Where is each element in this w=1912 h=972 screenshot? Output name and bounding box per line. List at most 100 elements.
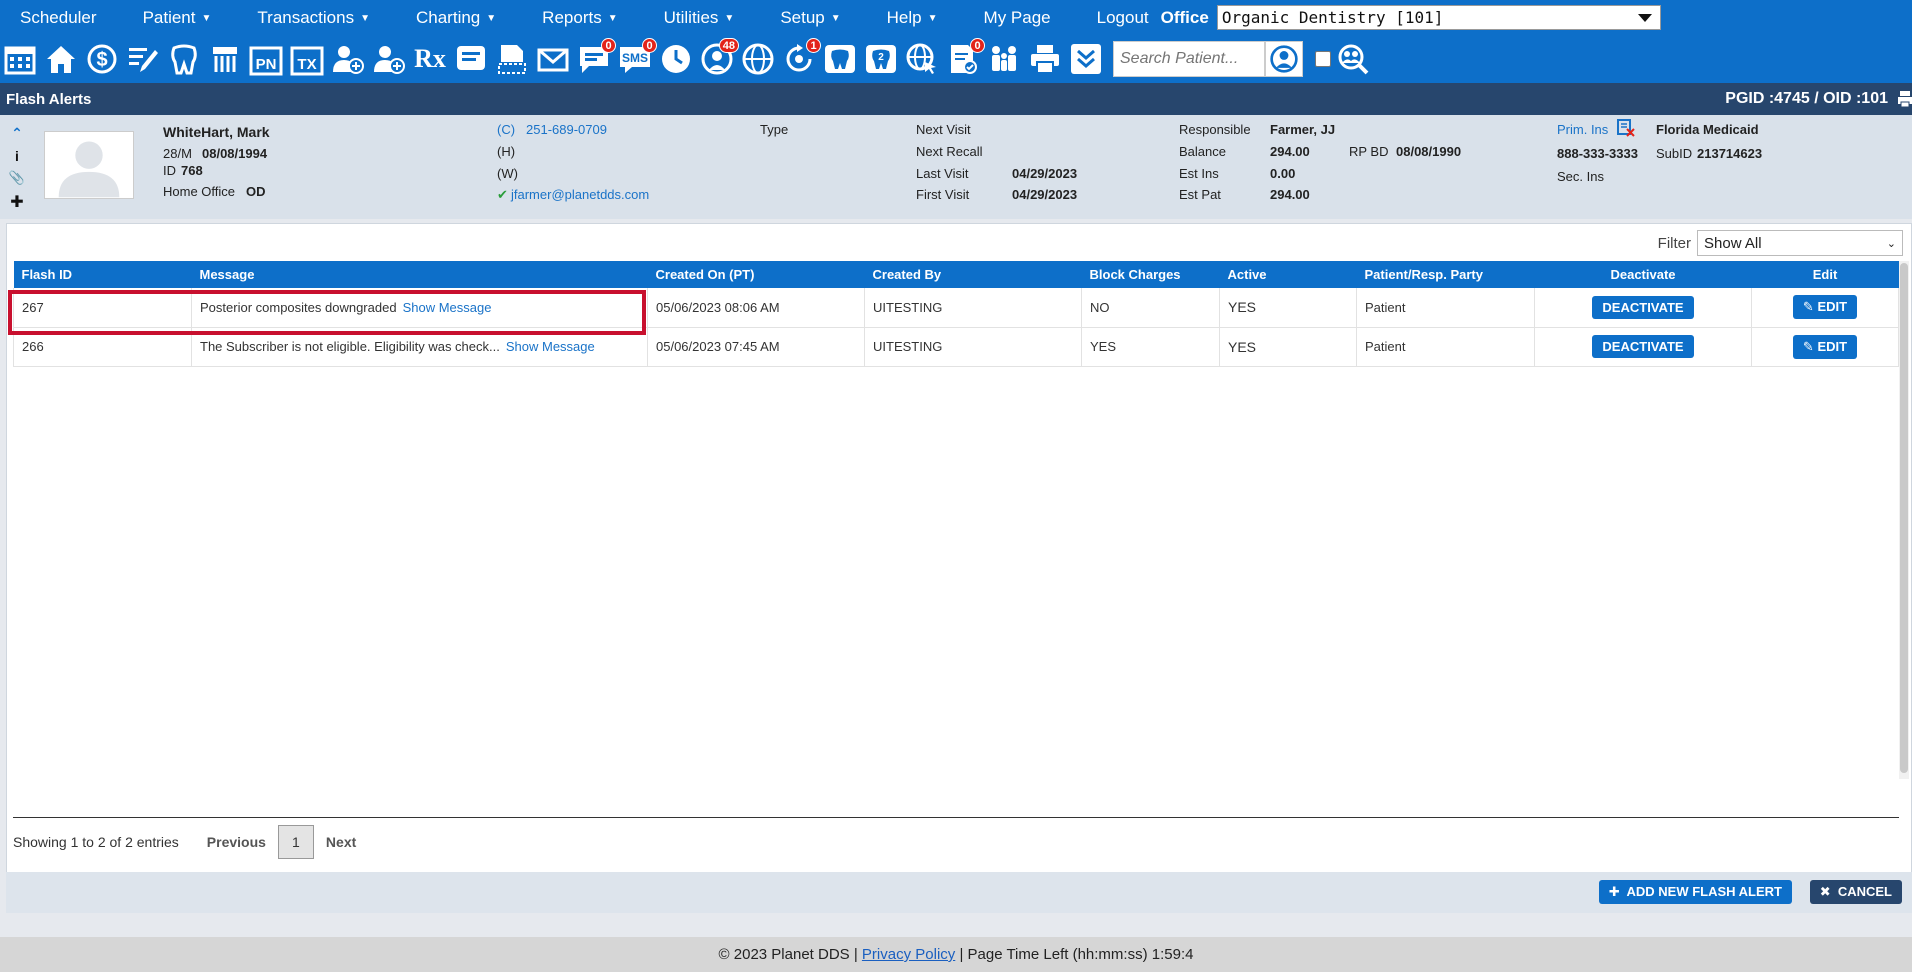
last-visit-value: 04/29/2023 xyxy=(1012,166,1078,181)
nav-label: Charting xyxy=(416,7,481,27)
document-check-icon[interactable]: 0 xyxy=(945,38,985,77)
caret-down-icon: ▼ xyxy=(927,12,938,24)
mail-icon[interactable] xyxy=(535,41,571,77)
cell-edit: ✎ EDIT xyxy=(1751,288,1899,328)
collapse-up-icon[interactable]: ⌃ xyxy=(11,125,23,142)
nav-scheduler[interactable]: Scheduler xyxy=(0,8,97,28)
nav-utilities[interactable]: Utilities ▼ xyxy=(644,8,735,28)
show-message-link[interactable]: Show Message xyxy=(403,300,492,315)
patient-name[interactable]: WhiteHart, Mark xyxy=(163,124,270,140)
svg-text:SMS: SMS xyxy=(622,51,648,65)
tooth-icon[interactable] xyxy=(822,41,858,77)
table-row[interactable]: 267 Posterior composites downgraded Show … xyxy=(13,288,1899,328)
next-button[interactable]: Next xyxy=(326,834,356,850)
table-scrollbar[interactable] xyxy=(1899,261,1909,779)
section-header: Flash Alerts PGID :4745 / OID :101 xyxy=(0,83,1912,115)
family-icon[interactable] xyxy=(986,41,1022,77)
plus-icon[interactable]: ✚ xyxy=(10,192,23,212)
dollar-sync-icon[interactable]: $ xyxy=(84,41,120,77)
scrollbar-thumb[interactable] xyxy=(1900,263,1908,773)
col-created-on[interactable]: Created On (PT) xyxy=(647,261,865,288)
nav-transactions[interactable]: Transactions ▼ xyxy=(237,8,370,28)
prescription-icon[interactable]: Rx xyxy=(412,41,448,77)
flash-alerts-panel: Filter Show All ⌄ Flash ID Message Creat… xyxy=(6,223,1912,913)
edit-button[interactable]: ✎ EDIT xyxy=(1792,295,1858,320)
clock-icon[interactable] xyxy=(658,41,694,77)
calendar-icon[interactable] xyxy=(2,41,38,77)
add-user-icon[interactable] xyxy=(330,41,366,77)
avatar xyxy=(44,131,134,199)
cancel-button[interactable]: ✖ CANCEL xyxy=(1809,880,1902,904)
print-icon[interactable] xyxy=(1898,90,1912,108)
table-row[interactable]: 266 The Subscriber is not eligible. Elig… xyxy=(13,327,1899,367)
add-new-flash-alert-button[interactable]: ✚ ADD NEW FLASH ALERT xyxy=(1598,880,1792,904)
add-patient-icon[interactable] xyxy=(371,41,407,77)
nav-my-page[interactable]: My Page xyxy=(964,8,1051,28)
eligibility-x-icon[interactable] xyxy=(1617,119,1635,140)
col-active[interactable]: Active xyxy=(1219,261,1357,288)
privacy-policy-link[interactable]: Privacy Policy xyxy=(862,946,955,963)
edit-list-icon[interactable] xyxy=(125,41,161,77)
prim-ins-label[interactable]: Prim. Ins xyxy=(1557,122,1608,137)
progress-notes-icon[interactable]: PN xyxy=(248,41,284,77)
filter-select[interactable]: Show All ⌄ xyxy=(1697,230,1903,256)
document-scan-icon[interactable] xyxy=(494,41,530,77)
search-patient-button[interactable] xyxy=(1265,41,1303,77)
patient-email[interactable]: jfarmer@planetdds.com xyxy=(511,187,649,202)
est-pat-label: Est Pat xyxy=(1179,187,1221,202)
treatment-plan-icon[interactable]: TX xyxy=(289,41,325,77)
perio-icon[interactable] xyxy=(207,41,243,77)
nav-reports[interactable]: Reports ▼ xyxy=(522,8,617,28)
globe-users-icon[interactable]: 48 xyxy=(699,38,739,77)
patient-age-sex: 28/M xyxy=(163,146,192,161)
col-message[interactable]: Message xyxy=(191,261,648,288)
nav-patient[interactable]: Patient ▼ xyxy=(123,8,212,28)
col-created-by[interactable]: Created By xyxy=(864,261,1082,288)
patient-info-bar: ⌃ i 📎 ✚ WhiteHart, Mark 28/M 08/08/1994 … xyxy=(0,115,1912,219)
sms-icon[interactable]: SMS 0 xyxy=(617,38,657,77)
tooth-chart-icon[interactable] xyxy=(166,41,202,77)
web-portal-icon[interactable] xyxy=(740,41,776,77)
nav-logout[interactable]: Logout xyxy=(1077,8,1149,28)
cell-edit: ✎ EDIT xyxy=(1751,327,1899,367)
nav-label: Utilities xyxy=(663,7,719,27)
home-icon[interactable] xyxy=(43,41,79,77)
deactivate-button[interactable]: DEACTIVATE xyxy=(1592,295,1694,319)
col-flash-id[interactable]: Flash ID xyxy=(13,261,192,288)
globe-cursor-icon[interactable] xyxy=(904,41,940,77)
phone-home-label: (H) xyxy=(497,144,516,159)
toolbar-checkbox[interactable] xyxy=(1315,51,1331,67)
nav-help[interactable]: Help ▼ xyxy=(867,8,938,28)
rx-text: Rx xyxy=(414,44,446,73)
nav-setup[interactable]: Setup ▼ xyxy=(760,8,840,28)
edit-button[interactable]: ✎ EDIT xyxy=(1792,334,1858,359)
office-select[interactable]: Organic Dentistry [101] xyxy=(1216,5,1661,30)
sms-badge: 0 xyxy=(642,38,657,53)
cell-party: Patient xyxy=(1356,327,1535,367)
group-search-icon[interactable] xyxy=(1335,41,1371,77)
nav-label: Patient xyxy=(142,7,196,27)
cell-flash-id: 266 xyxy=(13,327,192,367)
page-number-button[interactable]: 1 xyxy=(277,825,314,859)
responsible-value[interactable]: Farmer, JJ xyxy=(1270,122,1335,137)
add-label: ADD NEW FLASH ALERT xyxy=(1626,884,1782,899)
col-patient-resp-party[interactable]: Patient/Resp. Party xyxy=(1356,261,1535,288)
messages-icon[interactable]: 0 xyxy=(576,38,616,77)
deactivate-button[interactable]: DEACTIVATE xyxy=(1592,335,1694,358)
tooth-two-icon[interactable]: 2 xyxy=(863,41,899,77)
rp-bd-value: 08/08/1990 xyxy=(1396,144,1462,159)
expand-down-icon[interactable] xyxy=(1068,41,1104,77)
show-message-link[interactable]: Show Message xyxy=(506,339,595,354)
printer-icon[interactable] xyxy=(1027,41,1063,77)
info-icon[interactable]: i xyxy=(15,148,19,164)
paperclip-icon[interactable]: 📎 xyxy=(9,170,25,186)
nav-charting[interactable]: Charting ▼ xyxy=(396,8,496,28)
recall-icon[interactable]: 1 xyxy=(781,38,821,77)
previous-button[interactable]: Previous xyxy=(207,834,266,850)
phone-cell[interactable]: 251-689-0709 xyxy=(526,122,607,137)
patient-dob: 08/08/1994 xyxy=(202,146,268,161)
col-block-charges[interactable]: Block Charges xyxy=(1081,261,1220,288)
cell-created-on: 05/06/2023 07:45 AM xyxy=(647,327,865,367)
search-patient-input[interactable] xyxy=(1113,41,1265,77)
notes-icon[interactable] xyxy=(453,41,489,77)
